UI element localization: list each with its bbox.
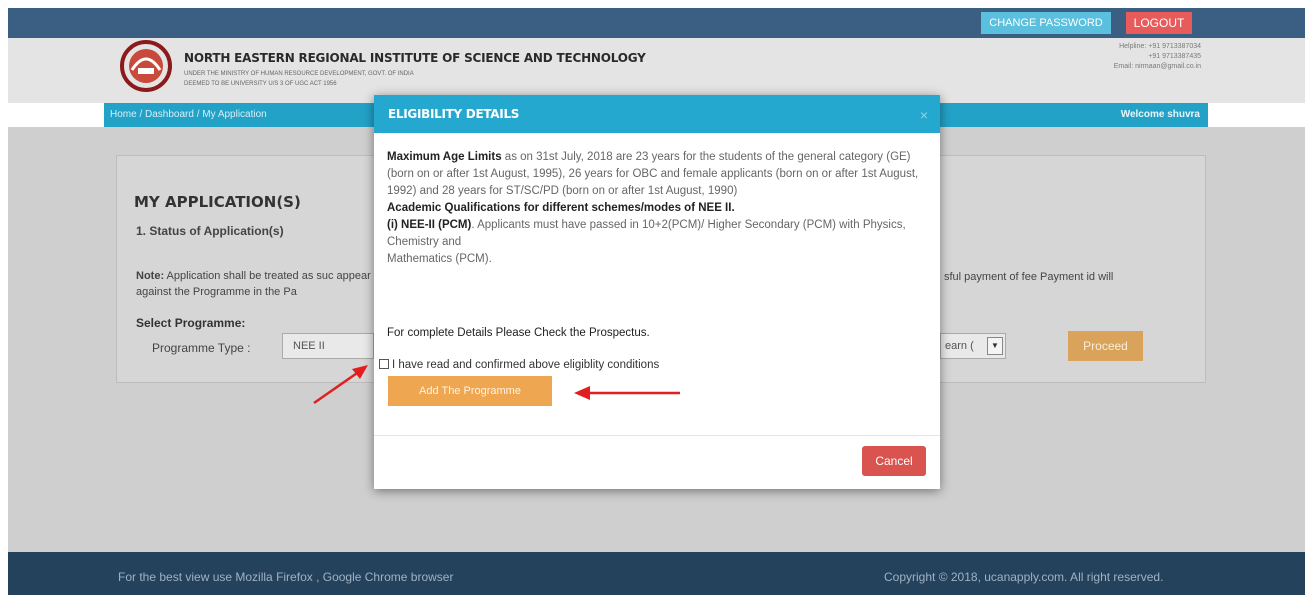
logout-button[interactable]: LOGOUT — [1126, 12, 1192, 34]
confirm-checkbox[interactable] — [379, 359, 389, 369]
year-select[interactable]: earn ( ▼ — [940, 333, 1006, 359]
note-text-right: sful payment of fee Payment id will — [944, 271, 1114, 283]
footer-browser-note: For the best view use Mozilla Firefox , … — [118, 570, 454, 584]
helpline-text: Helpline: +91 9713387034 — [1119, 43, 1201, 50]
eligibility-modal: ELIGIBILITY DETAILS × Maximum Age Limits… — [374, 95, 940, 489]
add-programme-button[interactable]: Add The Programme — [388, 376, 552, 406]
email-text: Email: nirmaan@gmail.co.in — [1113, 63, 1201, 70]
nee-pcm-text-2: Mathematics (PCM). — [387, 253, 492, 265]
proceed-button[interactable]: Proceed — [1068, 331, 1143, 361]
arrow-icon — [313, 365, 368, 405]
status-heading: 1. Status of Application(s) — [136, 224, 284, 238]
prospectus-note: For complete Details Please Check the Pr… — [387, 327, 650, 339]
modal-header: ELIGIBILITY DETAILS × — [374, 95, 940, 133]
confirm-row[interactable]: I have read and confirmed above eligibli… — [379, 359, 659, 371]
institute-deemed-line: DEEMED TO BE UNIVERSITY U/S 3 OF UGC ACT… — [184, 81, 337, 87]
note-label: Note: — [136, 270, 165, 282]
welcome-user: Welcome shuvra — [1120, 109, 1200, 120]
year-select-value: earn ( — [945, 340, 974, 352]
footer-copyright: Copyright © 2018, ucanapply.com. All rig… — [884, 570, 1164, 584]
institute-subtitle: UNDER THE MINISTRY OF HUMAN RESOURCE DEV… — [184, 71, 414, 77]
institute-logo-icon — [120, 40, 172, 92]
select-programme-label: Select Programme: — [136, 316, 246, 330]
confirm-label: I have read and confirmed above eligibli… — [392, 359, 660, 371]
modal-divider — [374, 435, 940, 436]
change-password-button[interactable]: CHANGE PASSWORD — [981, 12, 1111, 34]
nee-pcm-label: (i) NEE-II (PCM) — [387, 219, 472, 231]
max-age-label: Maximum Age Limits — [387, 151, 502, 163]
cancel-button[interactable]: Cancel — [862, 446, 926, 476]
programme-type-label: Programme Type : — [152, 341, 251, 355]
chevron-down-icon[interactable]: ▼ — [987, 337, 1003, 355]
helpline-text-2: +91 9713387435 — [1148, 53, 1201, 60]
note-body: Application shall be treated as suc appe… — [136, 270, 371, 298]
note-text: Note: Application shall be treated as su… — [136, 268, 376, 300]
contact-info: Helpline: +91 9713387034 +91 9713387435 … — [1114, 42, 1201, 72]
institute-name: NORTH EASTERN REGIONAL INSTITUTE OF SCIE… — [184, 51, 646, 65]
close-icon[interactable]: × — [920, 107, 928, 123]
academic-qualifications-label: Academic Qualifications for different sc… — [387, 202, 735, 214]
page-title: MY APPLICATION(S) — [134, 193, 301, 211]
modal-body: Maximum Age Limits as on 31st July, 2018… — [387, 149, 932, 268]
modal-title: ELIGIBILITY DETAILS — [388, 107, 520, 121]
arrow-icon — [574, 386, 680, 400]
breadcrumb[interactable]: Home / Dashboard / My Application — [110, 109, 267, 120]
